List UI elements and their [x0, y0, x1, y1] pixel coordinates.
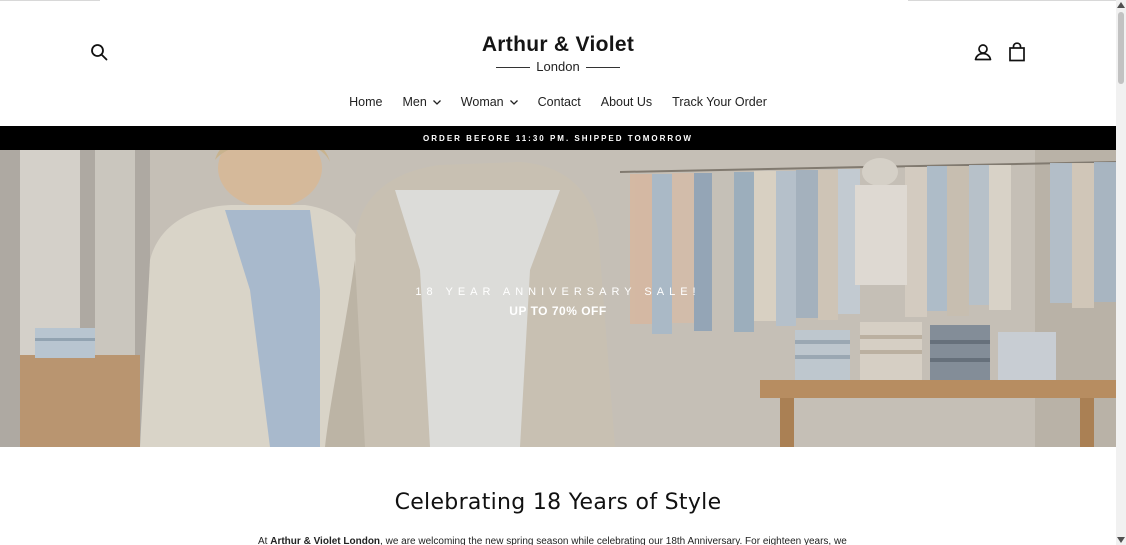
hero-image [0, 150, 1116, 447]
brand-location: London [536, 59, 580, 74]
section-body-rest: , we are welcoming the new spring season… [380, 536, 847, 545]
nav-item-label: Track Your Order [672, 95, 767, 109]
section-body-prefix: At [258, 536, 271, 545]
nav-item-label: Men [402, 95, 427, 109]
nav-item-label: About Us [600, 95, 653, 109]
logo-rule-left [496, 66, 531, 68]
nav-item-track-your-order[interactable]: Track Your Order [662, 93, 777, 111]
nav-item-home[interactable]: Home [339, 93, 392, 111]
user-icon [974, 44, 992, 61]
account-button[interactable] [972, 40, 994, 64]
triangle-down-icon [1117, 537, 1125, 543]
nav-item-men[interactable]: Men [392, 93, 450, 111]
triangle-up-icon [1117, 2, 1125, 8]
search-icon [91, 44, 108, 61]
hero-kicker: 18 YEAR ANNIVERSARY SALE! [415, 286, 701, 298]
search-button[interactable] [88, 40, 110, 64]
nav-item-label: Woman [460, 95, 504, 109]
brand-name: Arthur & Violet [481, 33, 635, 56]
scroll-thumb[interactable] [1118, 12, 1124, 84]
announcement-text: ORDER BEFORE 11:30 PM. SHIPPED TOMORROW [423, 133, 693, 143]
nav-item-label: Home [349, 95, 383, 109]
page: Arthur & Violet London Home Men Woman Conta… [0, 0, 1116, 545]
section-title: Celebrating 18 Years of Style [394, 490, 722, 515]
scroll-up-arrow[interactable] [1117, 1, 1125, 9]
main-nav: Home Men Woman Contact About Us Track Your Or… [0, 93, 1116, 111]
scrollbar[interactable] [1116, 0, 1126, 545]
section-body: At Arthur & Violet London, we are welcom… [258, 536, 868, 545]
chevron-down-icon [509, 99, 518, 105]
hero-banner[interactable]: 18 YEAR ANNIVERSARY SALE! UP TO 70% OFF [0, 150, 1116, 447]
hero-headline: UP TO 70% OFF [509, 304, 607, 318]
scroll-down-arrow[interactable] [1117, 536, 1125, 544]
nav-item-contact[interactable]: Contact [528, 93, 591, 111]
logo-rule-right [585, 66, 620, 68]
nav-item-label: Contact [537, 95, 581, 109]
brand-logo[interactable]: Arthur & Violet London [478, 32, 638, 78]
brand-location-row: London [478, 59, 638, 75]
section-body-brand: Arthur & Violet London [270, 536, 381, 545]
announcement-bar: ORDER BEFORE 11:30 PM. SHIPPED TOMORROW [0, 126, 1116, 150]
nav-item-woman[interactable]: Woman [451, 93, 528, 111]
shopping-bag-icon [1009, 42, 1025, 62]
site-header: Arthur & Violet London Home Men Woman Conta… [0, 0, 1116, 126]
nav-item-about-us[interactable]: About Us [591, 93, 662, 111]
cart-button[interactable] [1006, 39, 1028, 65]
chevron-down-icon [432, 99, 441, 105]
